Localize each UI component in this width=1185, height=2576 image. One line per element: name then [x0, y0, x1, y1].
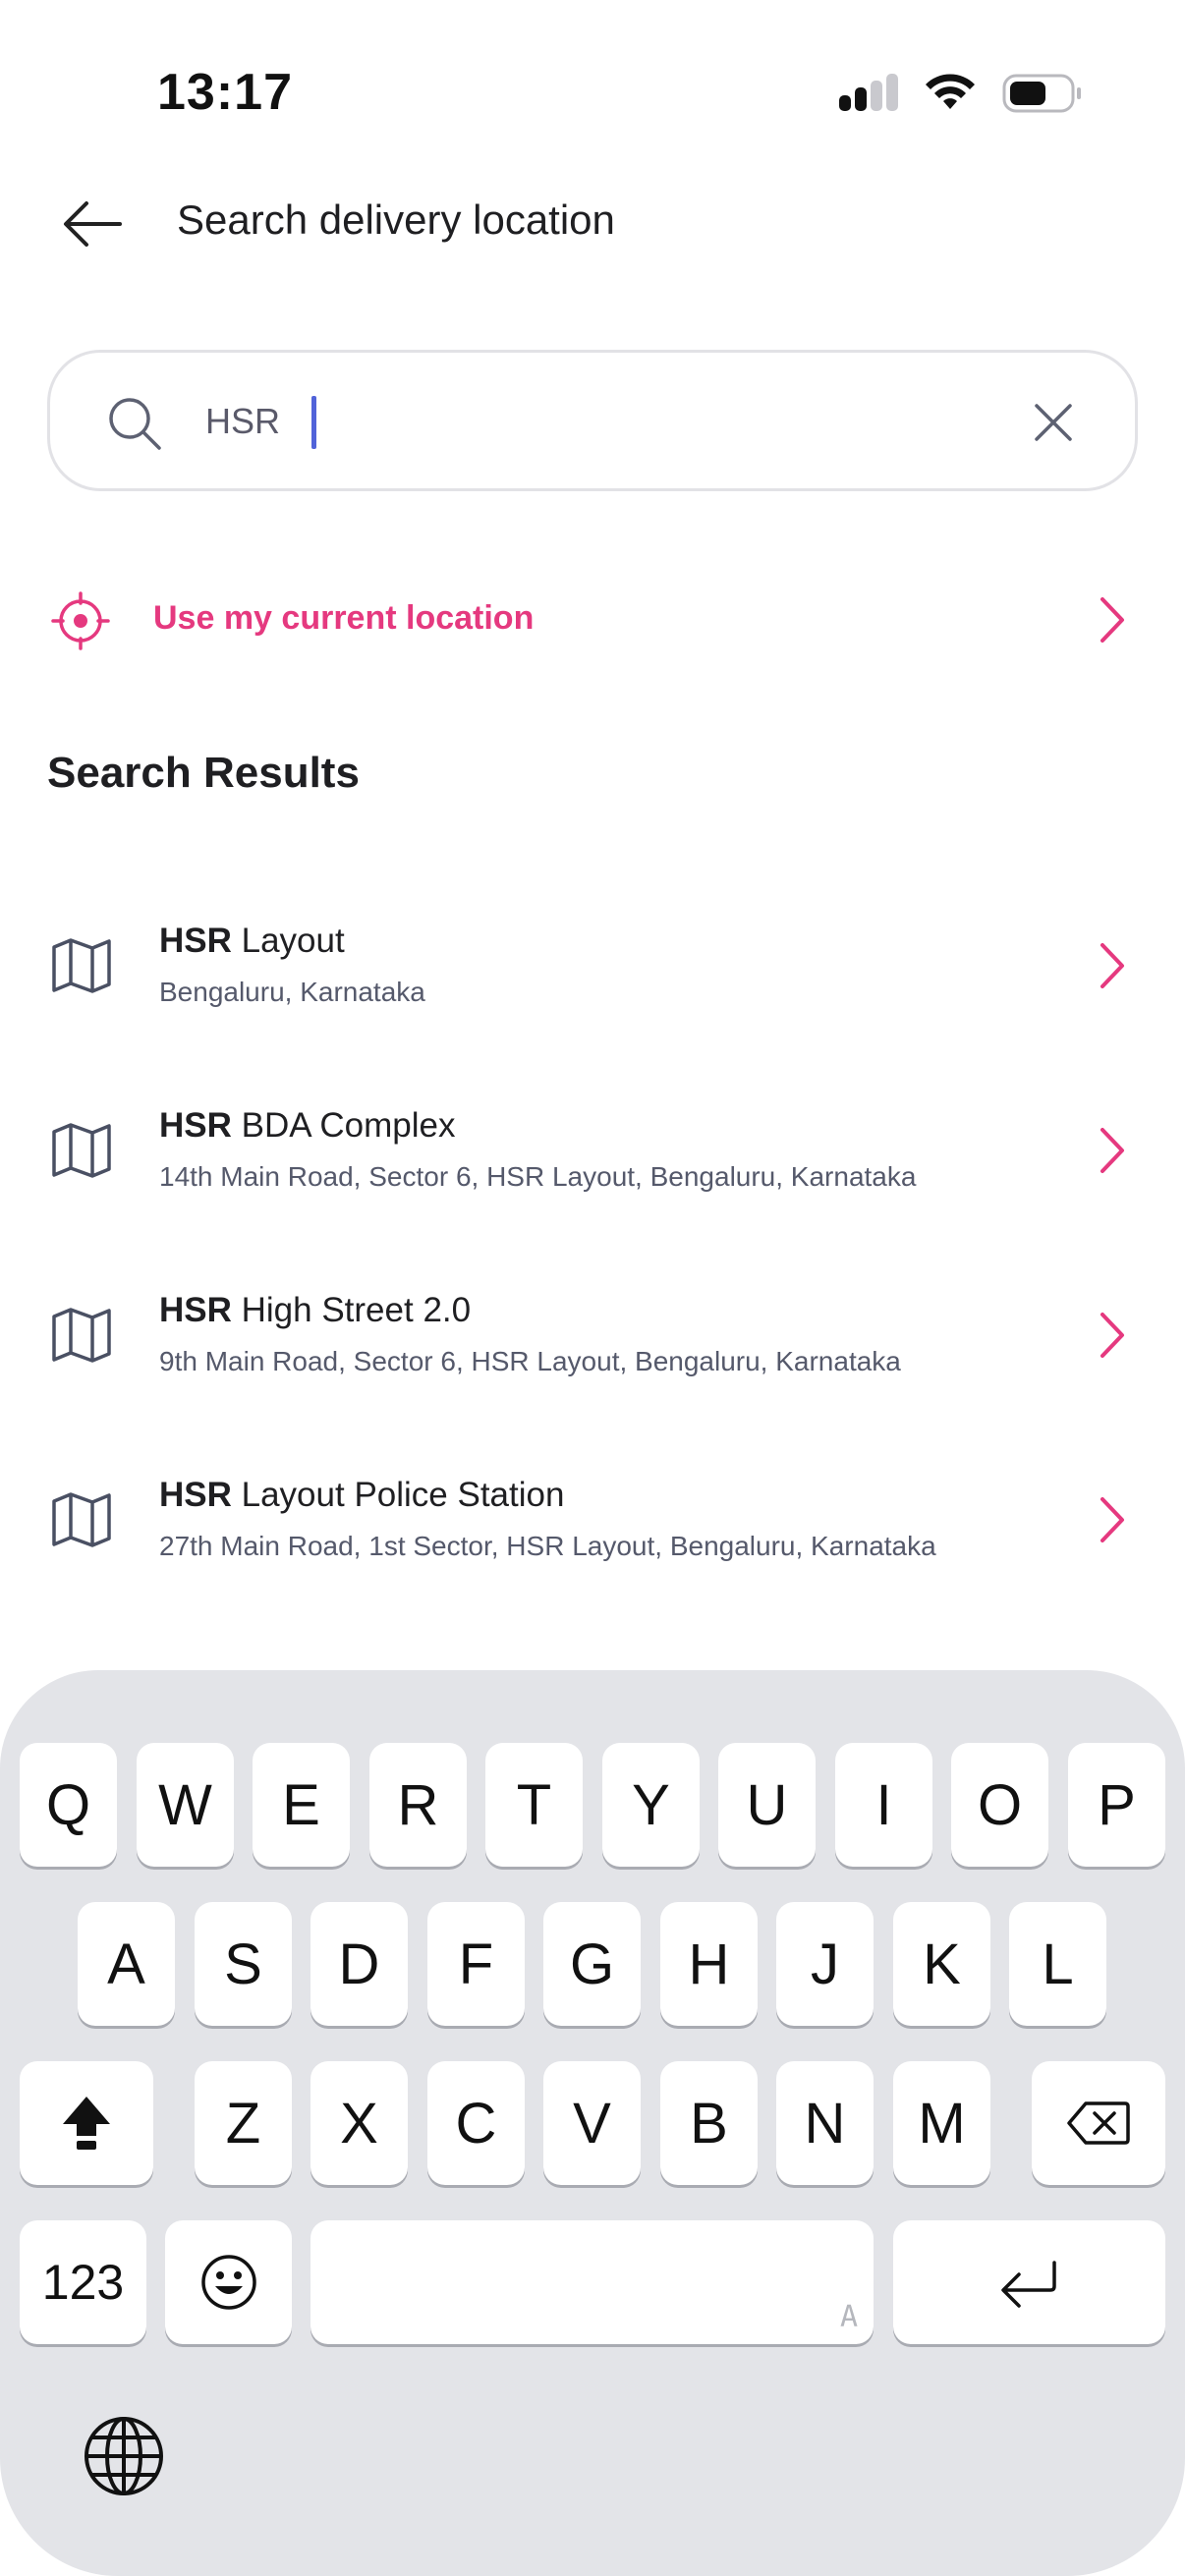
search-icon — [109, 398, 161, 450]
key-m[interactable]: M — [893, 2061, 990, 2185]
result-rest: BDA Complex — [231, 1106, 456, 1145]
emoji-key[interactable] — [165, 2220, 292, 2344]
key-a[interactable]: A — [78, 1902, 175, 2026]
result-title: HSR BDA Complex — [159, 1106, 456, 1146]
back-button[interactable] — [57, 189, 128, 259]
key-d[interactable]: D — [310, 1902, 408, 2026]
return-icon — [1000, 2261, 1056, 2308]
result-rest: Layout Police Station — [231, 1476, 565, 1514]
arrow-left-icon — [64, 201, 122, 247]
result-subtitle: 27th Main Road, 1st Sector, HSR Layout, … — [159, 1531, 936, 1561]
search-box[interactable] — [47, 350, 1138, 491]
key-l[interactable]: L — [1009, 1902, 1106, 2026]
use-current-location-label: Use my current location — [153, 599, 535, 637]
key-h[interactable]: H — [660, 1902, 758, 2026]
emoji-icon — [200, 2255, 256, 2310]
key-r[interactable]: R — [369, 1743, 467, 1867]
result-subtitle: 9th Main Road, Sector 6, HSR Layout, Ben… — [159, 1346, 901, 1376]
key-v[interactable]: V — [543, 2061, 641, 2185]
key-n[interactable]: N — [776, 2061, 874, 2185]
text-caret — [311, 396, 316, 449]
map-icon — [52, 1123, 111, 1178]
signal-icon — [839, 74, 898, 111]
map-icon — [52, 1492, 111, 1547]
page-title: Search delivery location — [177, 196, 615, 243]
key-k[interactable]: K — [893, 1902, 990, 2026]
result-subtitle: 14th Main Road, Sector 6, HSR Layout, Be… — [159, 1161, 917, 1192]
return-key[interactable] — [893, 2220, 1165, 2344]
backspace-icon — [1067, 2101, 1130, 2145]
result-rest: Layout — [231, 922, 345, 960]
map-icon — [52, 938, 111, 993]
map-icon — [52, 1308, 111, 1363]
shift-icon — [63, 2097, 110, 2150]
result-title: HSR Layout — [159, 922, 345, 961]
key-u[interactable]: U — [718, 1743, 816, 1867]
battery-icon — [1002, 74, 1081, 113]
key-o[interactable]: O — [951, 1743, 1048, 1867]
use-current-location-button[interactable]: Use my current location — [47, 580, 1138, 662]
crosshair-icon — [51, 591, 110, 650]
backspace-key[interactable] — [1032, 2061, 1165, 2185]
shift-key[interactable] — [20, 2061, 153, 2185]
result-item[interactable]: HSR BDA Complex 14th Main Road, Sector 6… — [47, 1098, 1138, 1246]
result-item[interactable]: HSR High Street 2.0 9th Main Road, Secto… — [47, 1283, 1138, 1430]
key-b[interactable]: B — [660, 2061, 758, 2185]
header: Search delivery location — [0, 177, 1185, 265]
key-g[interactable]: G — [543, 1902, 641, 2026]
key-t[interactable]: T — [485, 1743, 583, 1867]
key-j[interactable]: J — [776, 1902, 874, 2026]
key-q[interactable]: Q — [20, 1743, 117, 1867]
search-input[interactable] — [205, 390, 1031, 453]
key-p[interactable]: P — [1068, 1743, 1165, 1867]
clear-search-button[interactable] — [1023, 392, 1084, 453]
result-match: HSR — [159, 1476, 232, 1514]
key-c[interactable]: C — [427, 2061, 525, 2185]
key-i[interactable]: I — [835, 1743, 932, 1867]
key-y[interactable]: Y — [602, 1743, 700, 1867]
result-subtitle: Bengaluru, Karnataka — [159, 977, 425, 1007]
close-icon — [1035, 404, 1072, 441]
chevron-right-icon — [1100, 597, 1124, 643]
key-e[interactable]: E — [253, 1743, 350, 1867]
globe-icon — [85, 2417, 163, 2495]
result-rest: High Street 2.0 — [231, 1291, 472, 1329]
key-s[interactable]: S — [195, 1902, 292, 2026]
status-time: 13:17 — [157, 64, 293, 121]
key-z[interactable]: Z — [195, 2061, 292, 2185]
key-f[interactable]: F — [427, 1902, 525, 2026]
result-match: HSR — [159, 922, 232, 960]
space-bar-hint: A — [839, 2300, 858, 2334]
numbers-key[interactable]: 123 — [20, 2220, 146, 2344]
globe-button[interactable] — [83, 2415, 165, 2497]
chevron-right-icon — [1100, 1313, 1124, 1358]
result-title: HSR High Street 2.0 — [159, 1291, 471, 1330]
status-icons — [837, 69, 1083, 118]
status-bar: 13:17 — [0, 0, 1185, 177]
key-w[interactable]: W — [137, 1743, 234, 1867]
wifi-icon — [926, 74, 975, 109]
chevron-right-icon — [1100, 1128, 1124, 1173]
chevron-right-icon — [1100, 1497, 1124, 1542]
result-title: HSR Layout Police Station — [159, 1476, 564, 1515]
space-bar[interactable]: A — [310, 2220, 874, 2344]
result-match: HSR — [159, 1106, 232, 1145]
result-match: HSR — [159, 1291, 232, 1329]
result-item[interactable]: HSR Layout Bengaluru, Karnataka — [47, 914, 1138, 1061]
result-item[interactable]: HSR Layout Police Station 27th Main Road… — [47, 1468, 1138, 1615]
chevron-right-icon — [1100, 943, 1124, 988]
key-x[interactable]: X — [310, 2061, 408, 2185]
search-results-heading: Search Results — [47, 749, 360, 797]
